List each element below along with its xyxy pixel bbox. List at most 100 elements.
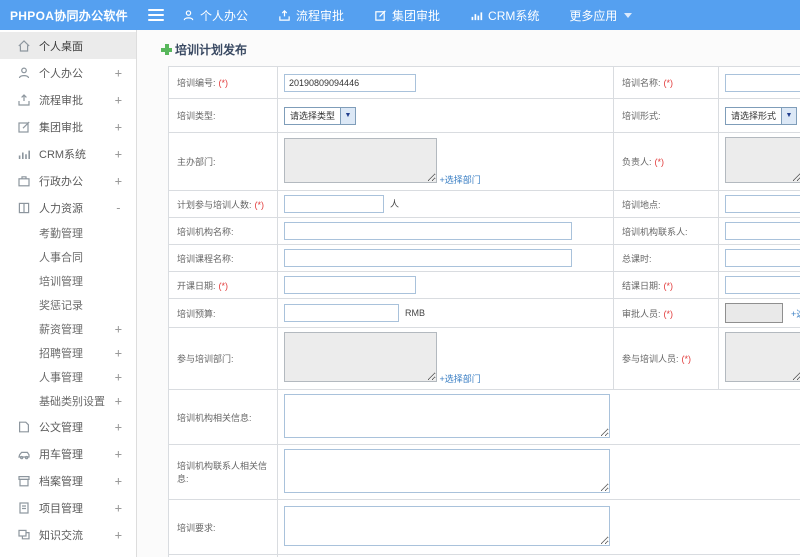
host-department-textarea[interactable]: [284, 137, 437, 183]
expand-icon[interactable]: +: [115, 474, 122, 488]
topnav-crm[interactable]: CRM系统: [470, 7, 539, 24]
expand-icon[interactable]: +: [115, 174, 122, 188]
end-date-input[interactable]: [725, 276, 800, 294]
edit-square-icon: [374, 9, 387, 22]
expand-icon[interactable]: +: [115, 66, 122, 80]
expand-icon[interactable]: +: [115, 447, 122, 461]
book-icon: [17, 201, 31, 215]
field-label: 开课日期:: [177, 280, 216, 291]
sidebar-item-workflow-approval[interactable]: 流程审批 +: [0, 86, 136, 113]
topnav-more-apps[interactable]: 更多应用: [569, 7, 633, 24]
training-org-contact-input[interactable]: [725, 222, 800, 240]
briefcase-icon: [17, 174, 31, 188]
collapse-icon[interactable]: -: [115, 201, 122, 215]
sidebar-item-knowledge[interactable]: 知识交流 +: [0, 521, 136, 548]
field-label: 结课日期:: [622, 280, 661, 291]
expand-icon[interactable]: +: [115, 120, 122, 134]
sidebar-item-admin-office[interactable]: 行政办公 +: [0, 167, 136, 194]
field-label: 培训机构名称:: [177, 226, 234, 237]
expand-icon[interactable]: +: [115, 370, 122, 384]
sidebar-subitem-attendance[interactable]: 考勤管理: [0, 221, 136, 245]
topnav-personal-office[interactable]: 个人办公: [182, 7, 248, 24]
expand-icon[interactable]: +: [115, 394, 122, 408]
person-icon: [182, 9, 195, 22]
sidebar-item-personal-office[interactable]: 个人办公 +: [0, 59, 136, 86]
training-name-input[interactable]: [725, 73, 800, 92]
topnav-group-approval[interactable]: 集团审批: [374, 7, 440, 24]
sidebar-item-vehicle[interactable]: 用车管理 +: [0, 440, 136, 467]
form-row-type-form: 培训类型: 请选择类型 ▼ 培训形式: 请选择形式 ▼: [168, 98, 800, 133]
chat-icon: [17, 528, 31, 542]
topnav-workflow-approval[interactable]: 流程审批: [278, 7, 344, 24]
field-label: 负责人:: [622, 157, 652, 167]
field-label: 培训名称:: [622, 78, 661, 88]
add-icon: [161, 44, 172, 55]
training-form-select[interactable]: 请选择形式 ▼: [725, 106, 798, 125]
field-label: 培训形式:: [622, 111, 661, 121]
expand-icon[interactable]: +: [115, 528, 122, 542]
participant-department-textarea[interactable]: [284, 332, 437, 382]
field-label: 审批人员:: [622, 308, 661, 319]
sidebar-item-official-docs[interactable]: 公文管理 +: [0, 413, 136, 440]
budget-input[interactable]: [284, 304, 399, 322]
sidebar-item-crm[interactable]: CRM系统 +: [0, 140, 136, 167]
sidebar-subitem-personnel[interactable]: 人事管理 +: [0, 365, 136, 389]
sidebar-item-project[interactable]: 项目管理 +: [0, 494, 136, 521]
required-mark: (*): [218, 78, 229, 88]
expand-icon[interactable]: +: [115, 420, 122, 434]
org-contact-info-textarea[interactable]: [284, 449, 610, 493]
form-row-training-no-name: 培训编号:(*) 培训名称:(*): [168, 66, 800, 99]
training-org-name-input[interactable]: [284, 222, 572, 240]
form-row-host-dept-leader: 主办部门: +选择部门 负责人:(*) +选择负责人: [168, 132, 800, 191]
sidebar-subitem-reward-punishment[interactable]: 奖惩记录: [0, 293, 136, 317]
sidebar-item-personal-desktop[interactable]: 个人桌面: [0, 32, 136, 59]
sidebar-item-group-approval[interactable]: 集团审批 +: [0, 113, 136, 140]
approver-box[interactable]: [725, 303, 783, 323]
sidebar-subitem-base-category[interactable]: 基础类别设置 +: [0, 389, 136, 413]
expand-icon[interactable]: +: [115, 147, 122, 161]
planned-headcount-input[interactable]: [284, 195, 384, 213]
form-row-org-contact: 培训机构名称: 培训机构联系人:: [168, 217, 800, 245]
select-department-link[interactable]: +选择部门: [440, 173, 481, 186]
sidebar-item-hr[interactable]: 人力资源 -: [0, 194, 136, 221]
form-row-participant-dept-people: 参与培训部门: +选择部门 参与培训人员:(*) +选择参与人员: [168, 327, 800, 390]
workflow-icon: [278, 9, 291, 22]
field-label: 培训机构联系人相关信息:: [177, 461, 268, 484]
sidebar: 个人桌面 个人办公 + 流程审批 + 集团审批 + CRM系统 + 行政办公 +: [0, 30, 137, 557]
edit-square-icon: [17, 120, 31, 134]
form-row-headcount-location: 计划参与培训人数: (*) 人 培训地点:: [168, 190, 800, 218]
start-date-input[interactable]: [284, 276, 416, 294]
training-location-input[interactable]: [725, 195, 800, 213]
sidebar-subitem-training[interactable]: 培训管理: [0, 269, 136, 293]
sidebar-subitem-recruitment[interactable]: 招聘管理 +: [0, 341, 136, 365]
sidebar-subitem-salary[interactable]: 薪资管理 +: [0, 317, 136, 341]
bar-chart-icon: [470, 9, 483, 22]
training-plan-form: 培训编号:(*) 培训名称:(*) 培训类型: 请选择类型 ▼ 培训形式: 请选…: [168, 66, 800, 557]
select-department-link[interactable]: +选择部门: [440, 372, 481, 385]
field-label: 培训地点:: [622, 199, 661, 210]
participant-people-textarea[interactable]: [725, 332, 800, 382]
hamburger-menu-icon[interactable]: [148, 9, 164, 21]
training-type-select[interactable]: 请选择类型 ▼: [284, 106, 357, 125]
main-content: 培训计划发布 培训编号:(*) 培训名称:(*) 培训类型: 请选择类型 ▼ 培…: [138, 30, 800, 557]
org-info-textarea[interactable]: [284, 394, 610, 438]
form-row-training-requirements: 培训要求:: [168, 499, 800, 555]
total-hours-input[interactable]: [725, 249, 800, 267]
leader-textarea[interactable]: [725, 137, 800, 183]
field-label: 培训预算:: [177, 308, 216, 319]
training-no-input[interactable]: [284, 73, 416, 92]
required-mark: (*): [663, 280, 674, 291]
person-icon: [17, 66, 31, 80]
expand-icon[interactable]: +: [115, 93, 122, 107]
expand-icon[interactable]: +: [115, 501, 122, 515]
course-name-input[interactable]: [284, 249, 572, 267]
sidebar-subitem-hr-contract[interactable]: 人事合同: [0, 245, 136, 269]
sidebar-item-archives[interactable]: 档案管理 +: [0, 467, 136, 494]
select-arrow-icon: ▼: [781, 107, 797, 124]
training-requirements-textarea[interactable]: [284, 506, 610, 546]
required-mark: (*): [218, 280, 229, 291]
select-approver-link[interactable]: +选择审批人员: [791, 307, 800, 320]
expand-icon[interactable]: +: [115, 346, 122, 360]
expand-icon[interactable]: +: [115, 322, 122, 336]
archive-icon: [17, 474, 31, 488]
